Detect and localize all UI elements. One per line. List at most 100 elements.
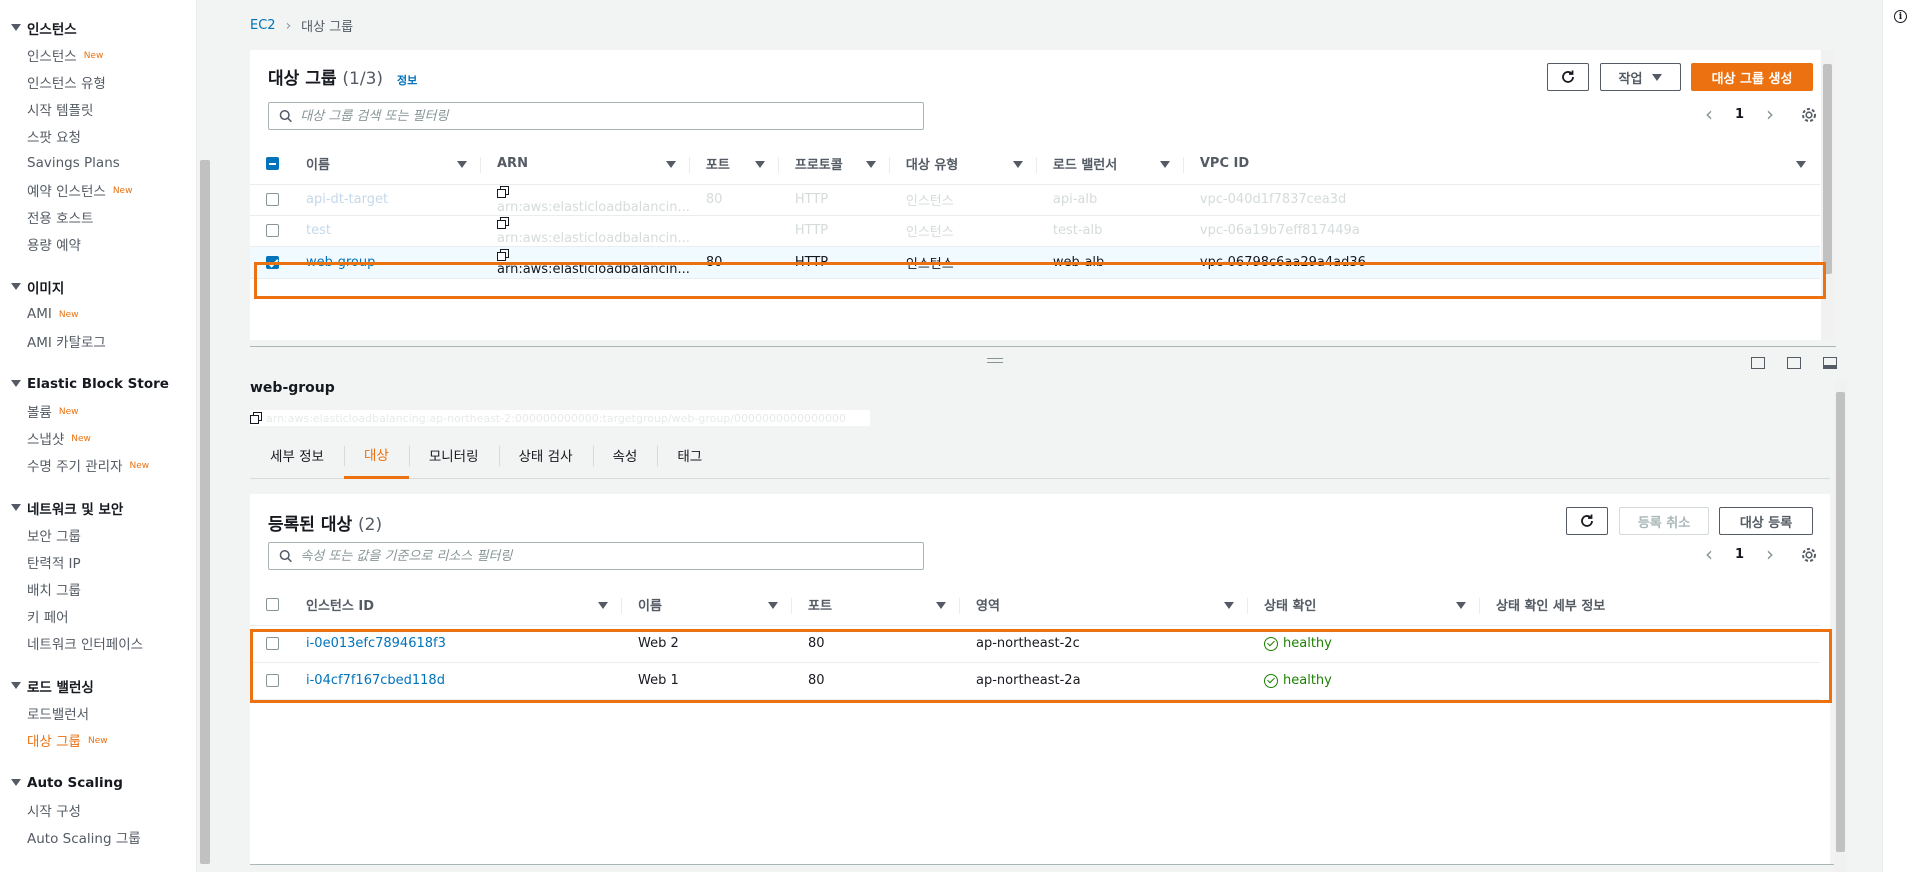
prev-page-icon[interactable]: ‹: [1705, 542, 1713, 566]
row-checkbox[interactable]: [266, 193, 279, 206]
sidebar-section-header[interactable]: 네트워크 및 보안: [0, 494, 196, 521]
row-checkbox-cell[interactable]: [250, 215, 294, 247]
sidebar-item[interactable]: 네트워크 인터페이스: [0, 629, 196, 656]
target-group-search[interactable]: [268, 102, 924, 130]
sidebar-item[interactable]: 배치 그룹: [0, 575, 196, 602]
select-all-checkbox-cell[interactable]: [250, 585, 294, 626]
column-header-health-details[interactable]: 상태 확인 세부 정보: [1480, 585, 1820, 626]
refresh-targets-button[interactable]: [1566, 507, 1608, 535]
sidebar-item[interactable]: 스팟 요청: [0, 122, 196, 149]
target-group-name-text[interactable]: web-group: [306, 255, 375, 270]
sidebar-scrollbar[interactable]: [200, 160, 210, 864]
actions-dropdown[interactable]: 작업: [1600, 63, 1681, 91]
row-checkbox[interactable]: [266, 224, 279, 237]
search-input[interactable]: [300, 108, 923, 124]
sidebar-item[interactable]: 대상 그룹 New: [0, 726, 196, 753]
sidebar-item[interactable]: 시작 템플릿: [0, 95, 196, 122]
copy-icon[interactable]: [497, 248, 509, 261]
sidebar-item[interactable]: 용량 예약: [0, 230, 196, 257]
sidebar-item[interactable]: 인스턴스 New: [0, 41, 196, 68]
select-all-checkbox[interactable]: [266, 598, 279, 612]
sidebar-item[interactable]: 스냅샷 New: [0, 424, 196, 451]
tab-health-checks[interactable]: 상태 검사: [498, 432, 593, 479]
tab-details[interactable]: 세부 정보: [250, 432, 344, 479]
sidebar-item[interactable]: 보안 그룹: [0, 521, 196, 548]
split-side-icon[interactable]: [1787, 357, 1801, 369]
instance-id-text[interactable]: i-0e013efc7894618f3: [306, 636, 446, 651]
column-header-port[interactable]: 포트: [689, 144, 779, 185]
targets-search[interactable]: [268, 542, 924, 570]
info-icon[interactable]: i: [1894, 10, 1907, 23]
page-number[interactable]: 1: [1735, 547, 1744, 562]
refresh-button[interactable]: [1547, 63, 1589, 91]
page-number[interactable]: 1: [1735, 107, 1744, 122]
sidebar-item[interactable]: 볼륨 New: [0, 397, 196, 424]
scroll-thumb[interactable]: [1823, 64, 1832, 274]
instance-id[interactable]: i-0e013efc7894618f3: [294, 625, 622, 663]
table-row[interactable]: test arn:aws:elasticloadbalancin... HTTP 인스…: [250, 215, 1820, 247]
row-checkbox-cell[interactable]: [250, 246, 294, 279]
tab-attributes[interactable]: 속성: [592, 432, 658, 479]
row-checkbox-cell[interactable]: [250, 625, 294, 663]
column-header-protocol[interactable]: 프로토콜: [778, 144, 890, 185]
row-checkbox-cell[interactable]: [250, 662, 294, 700]
sidebar-item[interactable]: Savings Plans: [0, 149, 196, 176]
create-target-group-button[interactable]: 대상 그룹 생성: [1691, 63, 1813, 91]
deregister-button[interactable]: 등록 취소: [1619, 507, 1709, 535]
tab-targets[interactable]: 대상: [343, 432, 409, 479]
targets-search-input[interactable]: [300, 548, 923, 564]
table-row[interactable]: i-04cf7f167cbed118d Web 1 80 ap-northeast-2…: [250, 662, 1820, 700]
sidebar-item[interactable]: Auto Scaling 그룹: [0, 823, 196, 850]
split-full-icon[interactable]: [1823, 357, 1837, 369]
tab-tags[interactable]: 태그: [657, 432, 722, 479]
column-header-arn[interactable]: ARN: [481, 144, 690, 185]
sidebar-item[interactable]: 키 페어: [0, 602, 196, 629]
row-checkbox-cell[interactable]: [250, 184, 294, 216]
sidebar-item[interactable]: 전용 호스트: [0, 203, 196, 230]
table-row[interactable]: api-dt-target arn:aws:elasticloadbalancin…: [250, 184, 1820, 216]
column-header-health-status[interactable]: 상태 확인: [1248, 585, 1480, 626]
prev-page-icon[interactable]: ‹: [1705, 102, 1713, 126]
sidebar-item[interactable]: 탄력적 IP: [0, 548, 196, 575]
sidebar-item[interactable]: 로드밸런서: [0, 699, 196, 726]
next-page-icon[interactable]: ›: [1766, 542, 1774, 566]
table-row[interactable]: web-group arn:aws:elasticloadbalancin... 8…: [250, 246, 1820, 279]
row-checkbox[interactable]: [266, 637, 279, 650]
target-group-name-text[interactable]: api-dt-target: [306, 192, 388, 207]
table-row[interactable]: i-0e013efc7894618f3 Web 2 80 ap-northeast-2…: [250, 625, 1820, 663]
column-header-zone[interactable]: 영역: [960, 585, 1248, 626]
target-group-name[interactable]: test: [294, 215, 481, 247]
instance-id-text[interactable]: i-04cf7f167cbed118d: [306, 673, 445, 688]
instance-id[interactable]: i-04cf7f167cbed118d: [294, 662, 622, 700]
copy-icon[interactable]: [497, 186, 509, 198]
sidebar-section-header[interactable]: 로드 밸런싱: [0, 672, 196, 699]
split-drag-handle[interactable]: [987, 358, 1003, 363]
settings-gear-icon[interactable]: [1800, 106, 1818, 124]
settings-gear-icon[interactable]: [1800, 546, 1818, 564]
sidebar-section-header[interactable]: Auto Scaling: [0, 769, 196, 796]
copy-icon[interactable]: [497, 217, 509, 229]
copy-icon[interactable]: [250, 412, 262, 424]
select-all-checkbox[interactable]: [266, 157, 279, 171]
column-header-instance-id[interactable]: 인스턴스 ID: [294, 585, 622, 626]
column-header-name[interactable]: 이름: [622, 585, 792, 626]
register-targets-button[interactable]: 대상 등록: [1719, 507, 1813, 535]
sidebar-item[interactable]: 수명 주기 관리자 New: [0, 451, 196, 478]
target-group-name[interactable]: api-dt-target: [294, 184, 481, 216]
sidebar-item[interactable]: AMI 카탈로그: [0, 327, 196, 354]
split-bottom-icon[interactable]: [1751, 357, 1765, 369]
sidebar-section-header[interactable]: 이미지: [0, 273, 196, 300]
target-group-name-text[interactable]: test: [306, 223, 331, 238]
sidebar-item[interactable]: 인스턴스 유형: [0, 68, 196, 95]
column-header-vpc-id[interactable]: VPC ID: [1183, 144, 1820, 185]
column-header-port[interactable]: 포트: [792, 585, 960, 626]
target-group-name[interactable]: web-group: [294, 246, 481, 279]
sidebar-section-header[interactable]: Elastic Block Store: [0, 370, 196, 397]
sidebar-section-header[interactable]: 인스턴스: [0, 14, 196, 41]
select-all-checkbox-cell[interactable]: [250, 144, 294, 185]
column-header-name[interactable]: 이름: [294, 144, 481, 185]
scroll-thumb[interactable]: [1836, 392, 1845, 852]
breadcrumb-ec2[interactable]: EC2: [250, 18, 276, 33]
sidebar-item[interactable]: 예약 인스턴스 New: [0, 176, 196, 203]
column-header-target-type[interactable]: 대상 유형: [889, 144, 1037, 185]
